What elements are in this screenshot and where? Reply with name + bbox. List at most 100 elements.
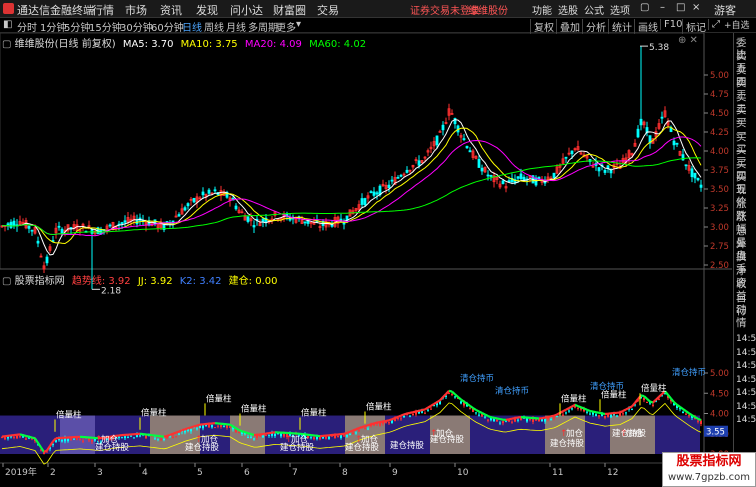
menu-caifuquan[interactable]: 财富圈 (273, 2, 306, 18)
period-30min[interactable]: 30分钟 (120, 19, 153, 34)
ind-candle-body (658, 399, 660, 401)
ind-candle-body (631, 408, 633, 410)
jiancang-label: 建仓持股 (430, 434, 465, 445)
tool-fenxi[interactable]: 分析 (582, 19, 606, 34)
tool-huaxian[interactable]: 画线 (634, 19, 658, 34)
ind-candle-body (484, 416, 486, 418)
tool-fullscreen-icon[interactable]: ⤢ (708, 19, 720, 30)
menu-hangqing[interactable]: 行情 (92, 2, 114, 18)
ind-candle-body (133, 437, 135, 439)
menu-xuanxiang[interactable]: 选项 (610, 2, 630, 17)
guest-label[interactable]: 游客 (714, 2, 736, 18)
candle-body (36, 240, 40, 244)
candle-body (186, 203, 190, 207)
main-y-tick-label: 4.25 (710, 128, 729, 138)
ind-candle-body (400, 418, 402, 420)
trend-line-segment (499, 417, 504, 421)
ind-candle-body (214, 427, 216, 429)
side-quote-panel[interactable]: 委比 卖五 卖四 卖三 卖二 卖一 买一 买二 买三 买四 买五 现价 涨跌 涨幅 总量 外盘 换手 净资 收益 自动… (724, 21, 756, 480)
indicator-panel-icon[interactable]: ▢ (2, 276, 11, 287)
ind-candle-body (262, 435, 264, 438)
trend-line-segment (187, 426, 192, 430)
menu-faxian[interactable]: 发现 (196, 2, 218, 18)
period-15min[interactable]: 15分钟 (89, 19, 122, 34)
ind-candle-body (178, 433, 180, 435)
kline-chart[interactable]: 5.38 2.18 倍量柱 倍量柱倍量柱倍量柱 倍量柱倍量柱倍量柱 倍量柱倍量柱↑加仓 ↑… (0, 32, 732, 480)
panel-controls[interactable]: ⊕ ✕ (678, 35, 698, 46)
ind-candle-body (388, 422, 390, 424)
jiancang-label: 建仓持股 (345, 442, 380, 453)
jiancang-label: 建仓持股 (550, 438, 585, 449)
menu-wenxiaoda[interactable]: 问小达 (230, 2, 263, 18)
trend-line-segment (229, 423, 234, 428)
trend-label: 趋势线: 3.92 (71, 276, 131, 287)
period-multi[interactable]: 多周期 (248, 19, 278, 34)
ind-candle-body (604, 415, 606, 418)
ind-candle-body (520, 418, 522, 420)
period-toolbar: ◧ 分时 1分钟 5分钟 15分钟 30分钟 60分钟 日线 周线 月线 多周期… (0, 18, 756, 34)
ind-candle-body (553, 417, 555, 419)
tool-biaoji[interactable]: 标记 (682, 19, 706, 34)
period-60min[interactable]: 60分钟 (151, 19, 184, 34)
minimize-icon[interactable]: – (660, 2, 665, 13)
period-fenshi[interactable]: 分时 (17, 19, 37, 34)
period-monthly[interactable]: 月线 (226, 19, 246, 34)
beiliang-label: 倍量柱 (206, 393, 232, 404)
period-daily[interactable]: 日线 (182, 19, 202, 34)
ind-candle-body (529, 418, 531, 420)
trend-line-segment (235, 427, 240, 432)
user-icon[interactable]: ▢ (640, 2, 649, 13)
candle-body (399, 174, 403, 177)
side-label[interactable]: 行情 (736, 305, 756, 329)
panel-icon[interactable]: ▢ (2, 39, 11, 50)
close-icon[interactable]: × (692, 2, 700, 13)
tool-fuquan[interactable]: 复权 (530, 19, 554, 34)
menu-gongshi[interactable]: 公式 (584, 2, 604, 17)
ind-candle-body (25, 438, 27, 440)
trend-line-segment (250, 433, 255, 437)
trend-line-segment (433, 401, 438, 405)
side-time: 14:50 (736, 347, 756, 358)
menu-xuangu[interactable]: 选股 (558, 2, 578, 17)
menu-jiaoyi[interactable]: 交易 (317, 2, 339, 18)
candle-body (213, 189, 217, 192)
add-watchlist-button[interactable]: +自选 (724, 20, 750, 32)
trend-line-segment (481, 412, 486, 416)
trend-line-segment (385, 419, 390, 422)
menu-gongneng[interactable]: 功能 (532, 2, 552, 17)
candle-body (636, 128, 640, 138)
tool-tongji[interactable]: 统计 (608, 19, 632, 34)
period-1min[interactable]: 1分钟 (40, 19, 66, 34)
panel-toggle-icon[interactable]: ◧ (3, 19, 12, 30)
candle-body (435, 135, 439, 146)
candle-body (570, 150, 574, 155)
ind-candle-body (352, 432, 354, 434)
menu-shichang[interactable]: 市场 (125, 2, 147, 18)
period-more[interactable]: 更多 (276, 19, 296, 34)
ind-candle-body (700, 420, 702, 424)
candle-body (120, 222, 124, 224)
ind-candle-body (511, 421, 513, 423)
watermark-logo: 股票指标网 www.7gpzb.com (662, 452, 756, 487)
ind-candle-body (589, 413, 591, 415)
high-price-label: 5.38 (649, 43, 669, 53)
trend-line-segment (415, 409, 420, 413)
trend-line-segment (169, 432, 174, 436)
tool-f10[interactable]: F10 (660, 19, 682, 30)
ind-candle-body (355, 432, 357, 434)
trend-line-segment (424, 406, 429, 411)
chart-area[interactable]: 5.38 2.18 倍量柱 倍量柱 倍量柱 倍量柱 倍量柱 倍量柱 倍量柱 倍量柱 倍量柱 ↑ 加仓 ↑… (0, 32, 732, 480)
period-weekly[interactable]: 周线 (204, 19, 224, 34)
trend-line-segment (400, 413, 405, 417)
side-time: 14:50 (736, 334, 756, 344)
tool-diejia[interactable]: 叠加 (556, 19, 580, 34)
trend-line-segment (487, 415, 492, 419)
ind-candle-body (259, 435, 261, 437)
maximize-icon[interactable]: □ (676, 2, 685, 13)
period-5min[interactable]: 5分钟 (64, 19, 90, 34)
candle-body (438, 130, 442, 133)
menu-zixun[interactable]: 资讯 (160, 2, 182, 18)
ind-candle-body (598, 415, 600, 417)
ind-candle-body (163, 438, 165, 440)
dropdown-icon[interactable]: ▾ (296, 19, 301, 30)
